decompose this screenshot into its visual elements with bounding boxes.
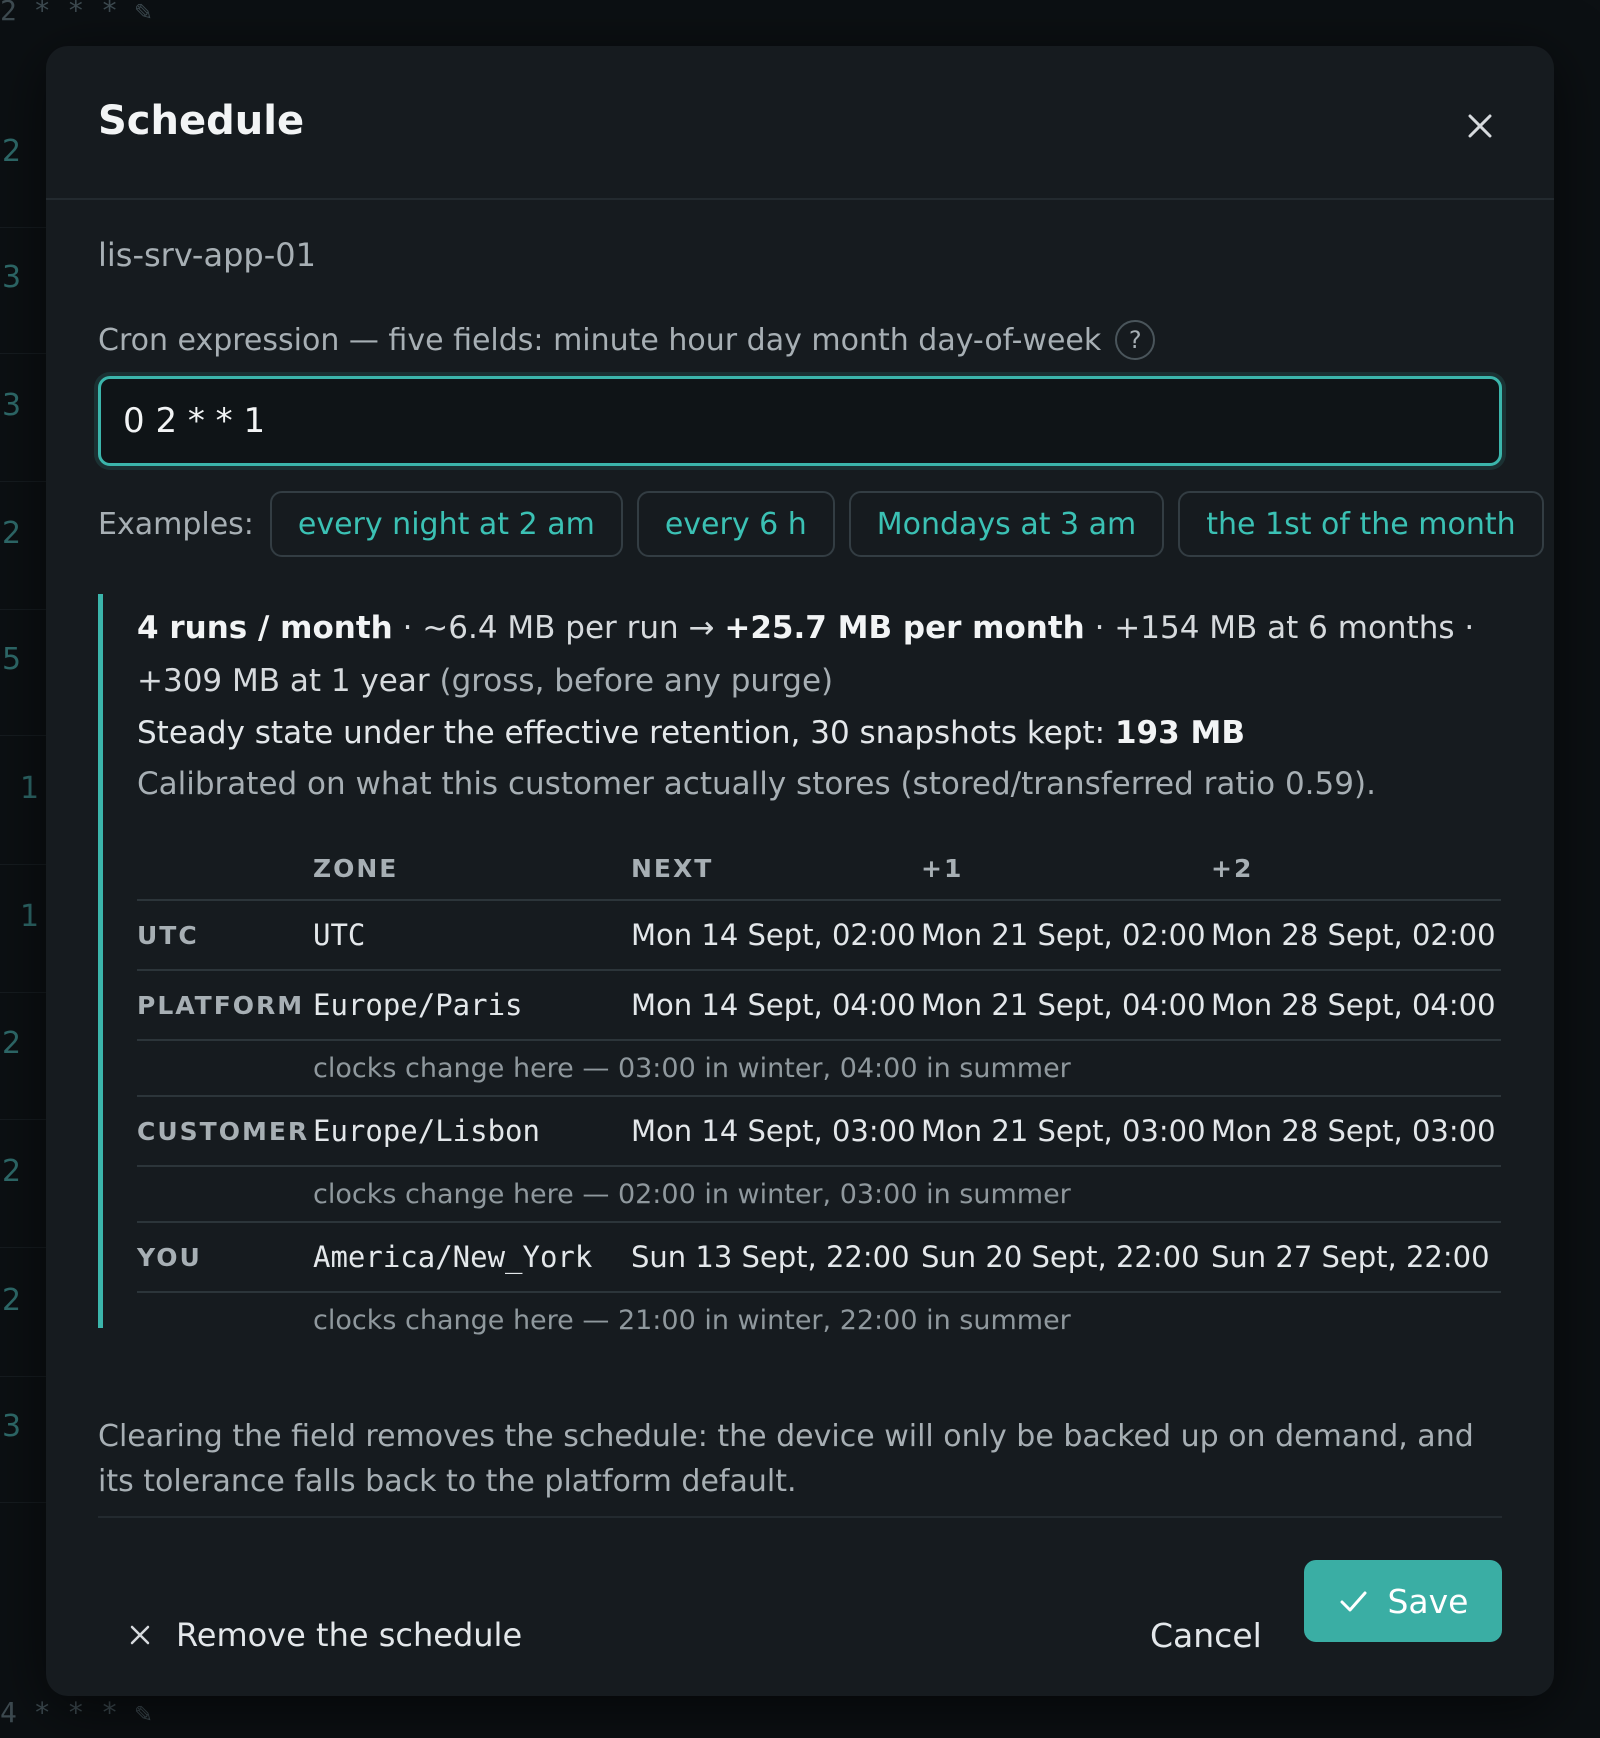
backdrop-row-number: 1 — [20, 771, 40, 806]
row-plus2: Mon 28 Sept, 03:00 — [1211, 1096, 1501, 1167]
row-plus1: Sun 20 Sept, 22:00 — [921, 1222, 1211, 1293]
row-next: Mon 14 Sept, 04:00 — [631, 970, 921, 1041]
check-icon — [1340, 1591, 1367, 1612]
row-zone: Europe/Lisbon — [313, 1096, 631, 1167]
row-role: PLATFORM — [137, 970, 313, 1041]
example-chip-monthly[interactable]: the 1st of the month — [1178, 491, 1544, 557]
steady-state-value: 193 MB — [1114, 715, 1245, 751]
save-button[interactable]: Save — [1304, 1560, 1502, 1642]
gross-note: (gross, before any purge) — [439, 663, 834, 699]
device-name: lis-srv-app-01 — [98, 236, 316, 274]
backdrop-row-number: 3 — [2, 260, 22, 295]
table-header-row: ZONE NEXT +1 +2 — [137, 838, 1501, 901]
clearing-note: Clearing the field removes the schedule:… — [98, 1419, 1474, 1499]
dst-note: clocks change here — 03:00 in winter, 04… — [313, 1040, 1501, 1097]
backdrop-row-number: 5 — [2, 642, 22, 677]
cancel-button[interactable]: Cancel — [1150, 1616, 1262, 1655]
backdrop-bottom-row: 4 * * * ✎ — [0, 1696, 152, 1729]
save-label: Save — [1387, 1581, 1469, 1621]
example-chip-every-6h[interactable]: every 6 h — [636, 491, 835, 557]
close-button[interactable] — [1460, 106, 1500, 146]
table-row: CUSTOMER Europe/Lisbon Mon 14 Sept, 03:0… — [137, 1096, 1501, 1167]
column-header-plus2: +2 — [1211, 838, 1501, 901]
dst-note-row: clocks change here — 02:00 in winter, 03… — [137, 1166, 1501, 1223]
example-chip-mondays[interactable]: Mondays at 3 am — [848, 491, 1165, 557]
backdrop-row-number: 3 — [2, 388, 22, 423]
row-next: Mon 14 Sept, 03:00 — [631, 1096, 921, 1167]
row-plus2: Mon 28 Sept, 02:00 — [1211, 900, 1501, 971]
backdrop-row-number: 2 — [2, 134, 22, 169]
row-role: UTC — [137, 900, 313, 971]
per-month-growth: +25.7 MB per month — [724, 610, 1085, 646]
remove-schedule-label: Remove the schedule — [176, 1616, 523, 1654]
steady-state-label: Steady state under the effective retenti… — [137, 715, 1115, 751]
footer-divider — [98, 1516, 1502, 1518]
growth-estimate: 4 runs / month · ~6.4 MB per run → +25.7… — [137, 602, 1497, 708]
row-role: CUSTOMER — [137, 1096, 313, 1167]
close-icon — [1468, 114, 1492, 138]
row-plus2: Mon 28 Sept, 04:00 — [1211, 970, 1501, 1041]
column-header-next: NEXT — [631, 838, 921, 901]
row-zone: UTC — [313, 900, 631, 971]
timezone-table: ZONE NEXT +1 +2 UTC UTC Mon 14 Sept, 02:… — [137, 838, 1501, 1348]
cron-label-text: Cron expression — five fields: minute ho… — [98, 322, 1102, 358]
example-chip-nightly[interactable]: every night at 2 am — [269, 491, 623, 557]
help-icon[interactable]: ? — [1115, 320, 1156, 360]
examples-row: Examples: every night at 2 am every 6 h … — [98, 491, 1544, 557]
backdrop-row-number: 2 — [2, 1154, 22, 1189]
examples-label: Examples: — [98, 506, 254, 542]
per-run-size: · ~6.4 MB per run → — [392, 610, 725, 646]
row-role: YOU — [137, 1222, 313, 1293]
backdrop-top-row: 2 * * * ✎ — [0, 0, 152, 27]
row-plus1: Mon 21 Sept, 03:00 — [921, 1096, 1211, 1167]
table-row: YOU America/New_York Sun 13 Sept, 22:00 … — [137, 1222, 1501, 1293]
dialog-title: Schedule — [98, 98, 305, 144]
row-next: Sun 13 Sept, 22:00 — [631, 1222, 921, 1293]
row-plus2: Sun 27 Sept, 22:00 — [1211, 1222, 1501, 1293]
schedule-dialog: Schedule lis-srv-app-01 Cron expression … — [46, 46, 1554, 1696]
table-row: UTC UTC Mon 14 Sept, 02:00 Mon 21 Sept, … — [137, 900, 1501, 971]
row-zone: America/New_York — [313, 1222, 631, 1293]
dst-note-row: clocks change here — 03:00 in winter, 04… — [137, 1040, 1501, 1097]
backdrop-row-number: 1 — [20, 899, 40, 934]
backdrop-row-number: 2 — [2, 1026, 22, 1061]
close-icon — [130, 1625, 150, 1645]
row-plus1: Mon 21 Sept, 04:00 — [921, 970, 1211, 1041]
column-header-role — [137, 838, 313, 901]
dst-note-row: clocks change here — 21:00 in winter, 22… — [137, 1292, 1501, 1348]
backdrop-row-number: 2 — [2, 1283, 22, 1318]
column-header-plus1: +1 — [921, 838, 1211, 901]
row-next: Mon 14 Sept, 02:00 — [631, 900, 921, 971]
backdrop-row-number: 2 — [2, 516, 22, 551]
remove-schedule-button[interactable]: Remove the schedule — [126, 1616, 522, 1654]
storage-estimate-panel: 4 runs / month · ~6.4 MB per run → +25.7… — [98, 594, 1502, 1336]
backdrop-row-number: 3 — [2, 1409, 22, 1444]
row-zone: Europe/Paris — [313, 970, 631, 1041]
dialog-header: Schedule — [46, 46, 1554, 200]
column-header-zone: ZONE — [313, 838, 631, 901]
runs-per-month: 4 runs / month — [137, 610, 393, 646]
steady-state-estimate: Steady state under the effective retenti… — [137, 708, 1502, 758]
dst-note: clocks change here — 02:00 in winter, 03… — [313, 1166, 1501, 1223]
table-row: PLATFORM Europe/Paris Mon 14 Sept, 04:00… — [137, 970, 1501, 1041]
row-plus1: Mon 21 Sept, 02:00 — [921, 900, 1211, 971]
calibration-note: Calibrated on what this customer actuall… — [137, 766, 1376, 802]
dst-note: clocks change here — 21:00 in winter, 22… — [313, 1305, 1071, 1336]
cron-label: Cron expression — five fields: minute ho… — [98, 320, 1156, 360]
cron-expression-input[interactable] — [98, 376, 1502, 466]
